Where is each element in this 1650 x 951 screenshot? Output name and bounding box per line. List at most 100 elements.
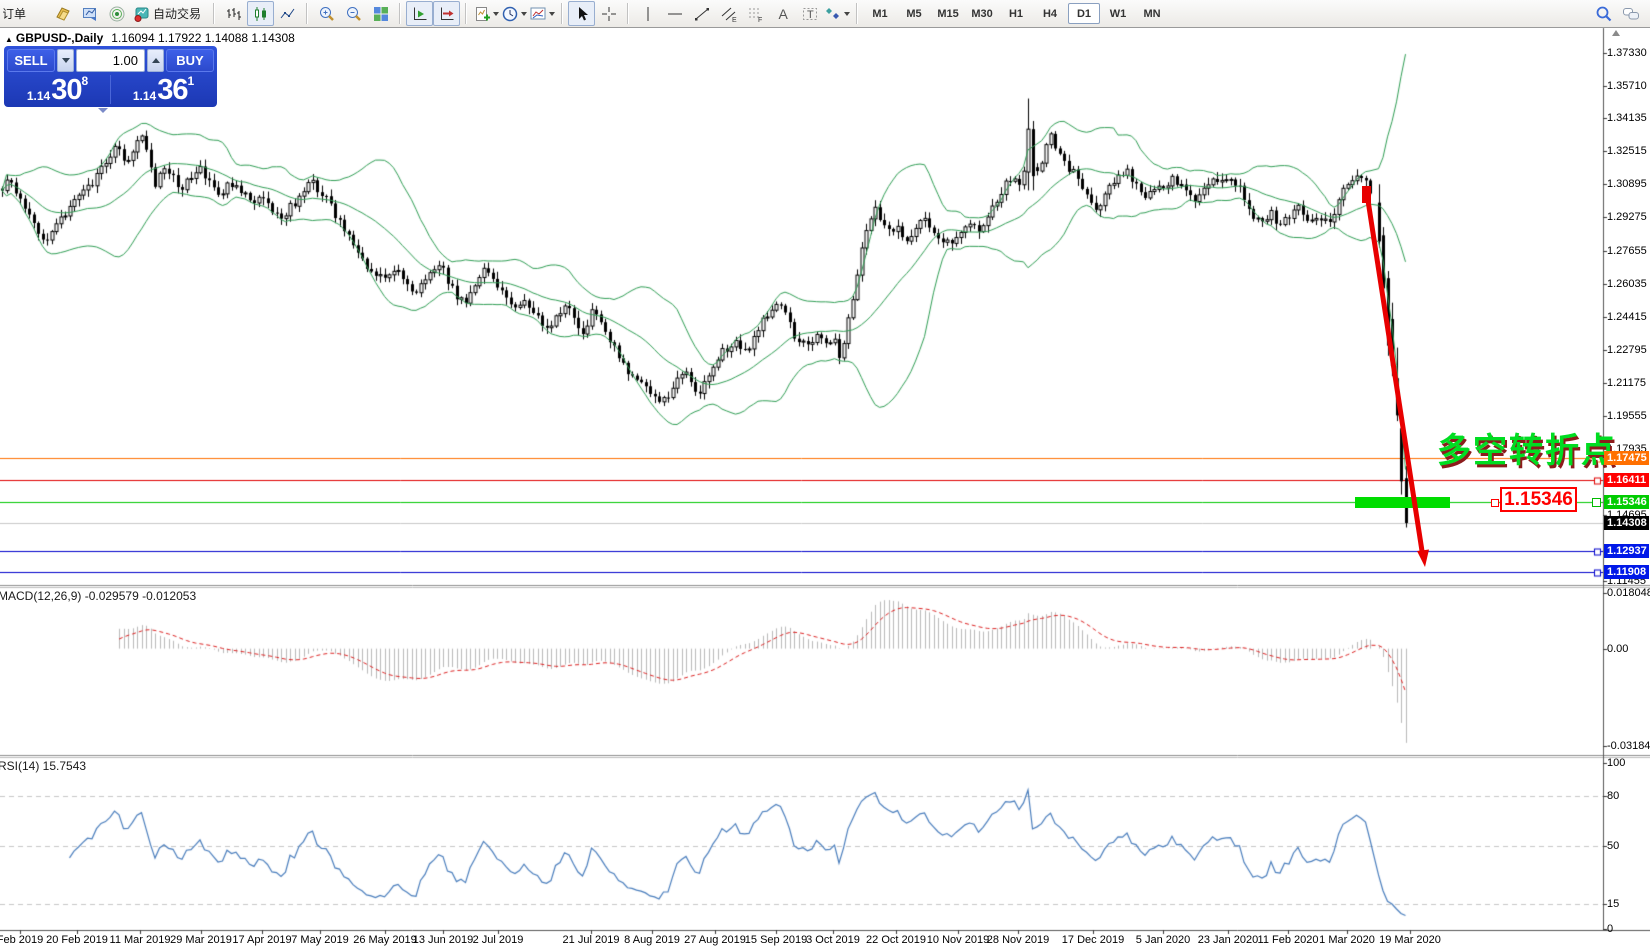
volume-input[interactable]: 1.00 (76, 49, 145, 72)
sell-price[interactable]: 1.14308 (7, 74, 108, 105)
zoom-out-button[interactable] (340, 1, 367, 26)
date-axis-label: 7 May 2019 (291, 934, 348, 946)
price-tag: 1.15346 (1604, 495, 1649, 509)
bar-chart-button[interactable] (220, 1, 247, 26)
equidistant-channel-icon: E (720, 5, 738, 23)
text-icon: A (774, 5, 792, 23)
indicators-icon (473, 5, 491, 23)
zoom-in-button[interactable] (313, 1, 340, 26)
horizontal-line-button[interactable] (661, 1, 688, 26)
favorites-button[interactable] (49, 1, 76, 26)
level-price-label[interactable]: 1.15346 (1500, 487, 1577, 512)
toolbar: 新订单 自动交易 (0, 0, 1650, 28)
sell-button[interactable]: SELL (7, 49, 55, 72)
window-marker-icon: ▲ (5, 35, 13, 44)
zoom-out-icon (345, 5, 363, 23)
vertical-line-button[interactable] (634, 1, 661, 26)
trendline-button[interactable] (688, 1, 715, 26)
line-chart-button[interactable] (274, 1, 301, 26)
price-axis-label: 1.34135 (1607, 112, 1647, 124)
price-axis-label: 1.26035 (1607, 278, 1647, 290)
timeframe-button-mn[interactable]: MN (1136, 3, 1168, 24)
connector-square-red (1491, 499, 1499, 507)
arrows-icon (824, 5, 842, 23)
toolbar-separator (399, 3, 401, 24)
volume-decrease-button[interactable] (57, 49, 74, 72)
price-axis-label: 1.22795 (1607, 344, 1647, 356)
search-button[interactable] (1590, 1, 1617, 26)
svg-text:T: T (807, 9, 814, 21)
tile-windows-icon (372, 5, 390, 23)
timeframe-button-d1[interactable]: D1 (1068, 3, 1100, 24)
charts-window-button[interactable] (76, 1, 103, 26)
macd-axis-label: -0.031847 (1607, 740, 1650, 752)
chevron-down-icon (493, 12, 499, 16)
arrows-button[interactable] (823, 1, 851, 26)
fibonacci-icon: F (747, 5, 765, 23)
date-axis-label: Feb 2019 (0, 934, 43, 946)
text-button[interactable]: A (769, 1, 796, 26)
macd-indicator-label: MACD(12,26,9) -0.029579 -0.012053 (0, 589, 196, 603)
rsi-indicator-label: RSI(14) 15.7543 (0, 759, 86, 773)
chart-shift-marker-icon[interactable] (1612, 30, 1620, 36)
fibonacci-button[interactable]: F (742, 1, 769, 26)
text-label-icon: T (801, 5, 819, 23)
date-axis-label: 17 Apr 2019 (232, 934, 291, 946)
date-axis-label: 11 Feb 2020 (1258, 934, 1319, 946)
price-axis-label: 1.30895 (1607, 178, 1647, 190)
rsi-axis-label: 80 (1607, 790, 1619, 802)
periods-button[interactable] (500, 1, 528, 26)
timeframe-button-w1[interactable]: W1 (1102, 3, 1134, 24)
equidistant-channel-button[interactable]: E (715, 1, 742, 26)
new-order-label: 新订单 (3, 5, 26, 22)
price-axis-label: 1.32515 (1607, 145, 1647, 157)
price-axis-label: 1.21175 (1607, 377, 1646, 389)
auto-scroll-button[interactable] (406, 1, 433, 26)
panel-collapse-icon[interactable] (98, 108, 108, 113)
chat-button[interactable] (1617, 1, 1644, 26)
timeframe-button-m30[interactable]: M30 (966, 3, 998, 24)
macd-axis-label: 0.00 (1607, 643, 1628, 655)
svg-text:E: E (732, 17, 737, 23)
timeframe-button-m1[interactable]: M1 (864, 3, 896, 24)
indicators-button[interactable] (472, 1, 500, 26)
templates-button[interactable] (528, 1, 556, 26)
chart-shift-button[interactable] (433, 1, 460, 26)
autotrading-button[interactable]: 自动交易 (130, 1, 208, 26)
price-tag: 1.11908 (1604, 565, 1649, 579)
date-axis-label: 27 Aug 2019 (684, 934, 746, 946)
signal-button[interactable] (103, 1, 130, 26)
volume-increase-button[interactable] (147, 49, 164, 72)
date-axis-label: 21 Jul 2019 (563, 934, 620, 946)
price-tag: 1.16411 (1604, 473, 1649, 487)
macd-axis-label: 0.018048 (1607, 587, 1650, 599)
price-axis-label: 1.27655 (1607, 245, 1647, 257)
tile-windows-button[interactable] (367, 1, 394, 26)
candlestick-chart-button[interactable] (247, 1, 274, 26)
price-axis-label: 1.19555 (1607, 410, 1647, 422)
one-click-trading-panel: SELL 1.00 BUY 1.14308 1.14361 (4, 46, 217, 107)
chart-canvas[interactable] (0, 0, 1650, 951)
timeframe-button-h1[interactable]: H1 (1000, 3, 1032, 24)
date-axis-label: 10 Nov 2019 (927, 934, 989, 946)
buy-price-big: 36 (157, 76, 187, 105)
toolbar-separator (856, 3, 858, 24)
timeframe-button-m5[interactable]: M5 (898, 3, 930, 24)
text-label-button[interactable]: T (796, 1, 823, 26)
support-zone-rectangle[interactable] (1355, 497, 1450, 508)
price-tag: 1.14308 (1604, 516, 1649, 530)
price-axis-label: 1.29275 (1607, 211, 1647, 223)
timeframe-button-h4[interactable]: H4 (1034, 3, 1066, 24)
turning-point-annotation[interactable]: 多空转折点 (1437, 423, 1617, 472)
toolbar-separator (306, 3, 308, 24)
crosshair-button[interactable] (595, 1, 622, 26)
new-order-button[interactable]: 新订单 (3, 5, 49, 23)
buy-price[interactable]: 1.14361 (113, 74, 214, 105)
sell-price-big: 30 (51, 76, 81, 105)
date-axis-label: 23 Jan 2020 (1198, 934, 1259, 946)
cursor-button[interactable] (568, 1, 595, 26)
price-divider (110, 75, 111, 104)
buy-button[interactable]: BUY (166, 49, 214, 72)
date-axis-label: 19 Mar 2020 (1379, 934, 1441, 946)
timeframe-button-m15[interactable]: M15 (932, 3, 964, 24)
